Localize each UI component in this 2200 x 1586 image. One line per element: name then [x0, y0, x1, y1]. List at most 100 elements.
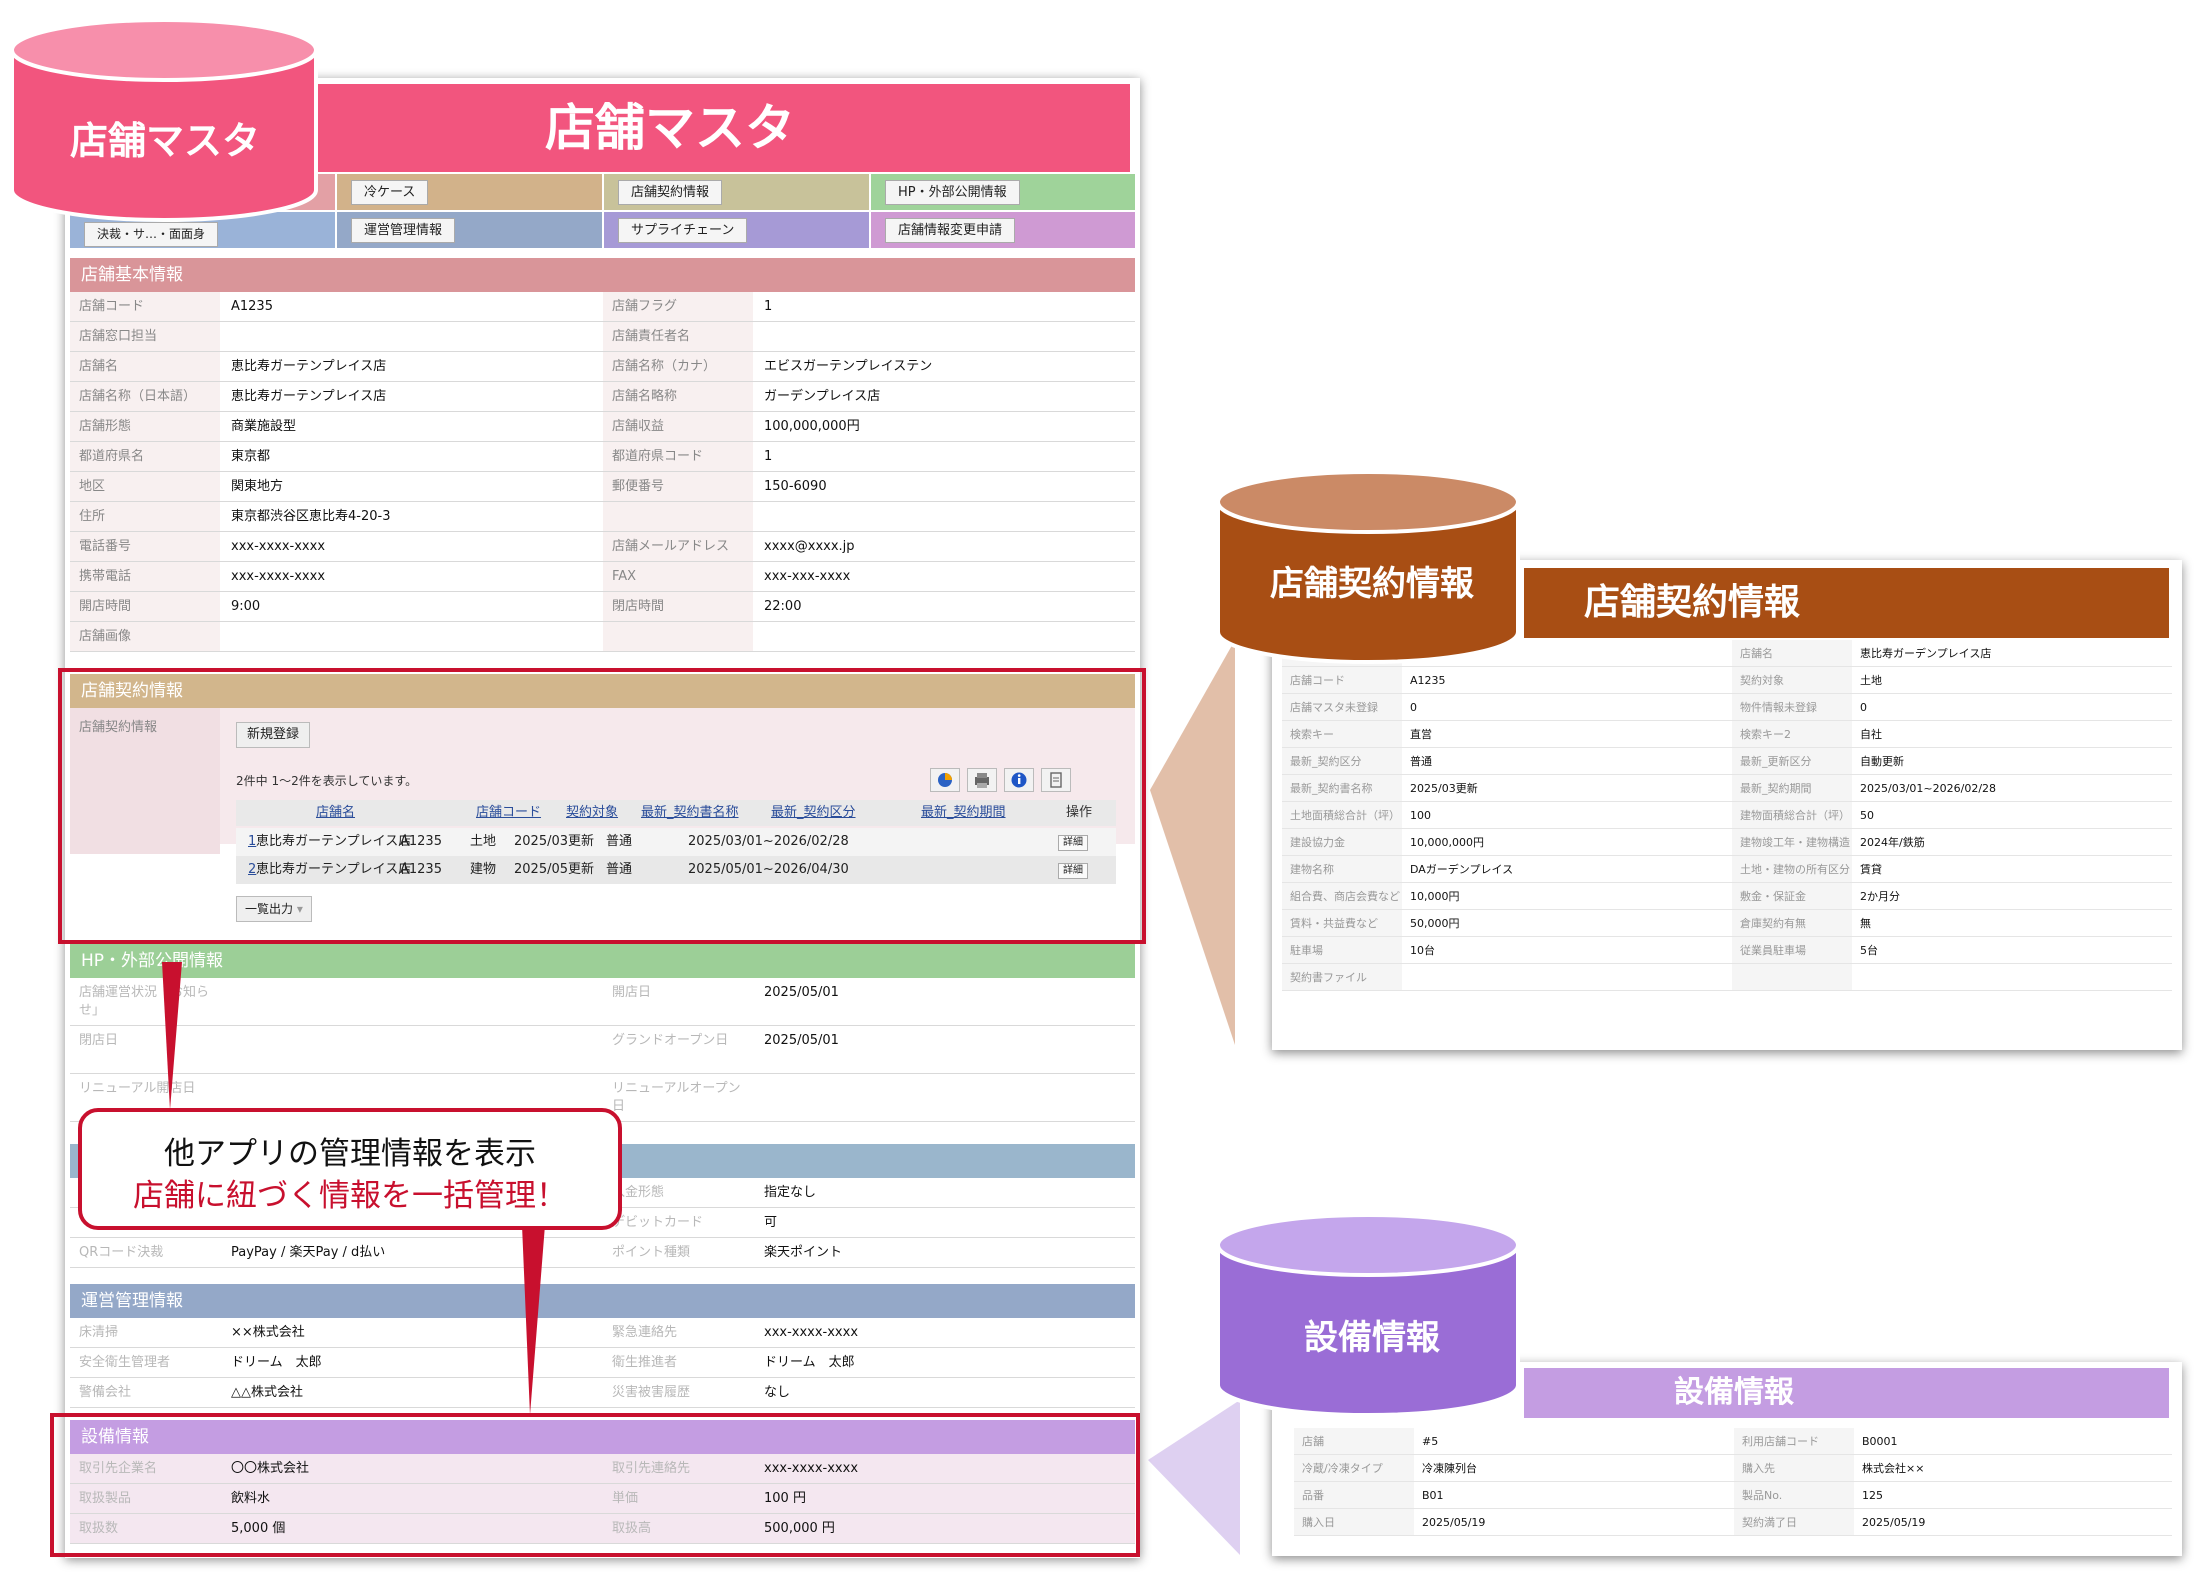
- info-icon[interactable]: [1004, 768, 1034, 792]
- col-store-name[interactable]: 店舗名: [316, 800, 355, 826]
- field-label: 地区: [70, 472, 220, 502]
- field-label: 店舗メールアドレス: [603, 532, 753, 562]
- field-label: 単価: [603, 1484, 753, 1514]
- detail-button[interactable]: 詳細: [1058, 863, 1088, 879]
- field-label: 従業員駐車場: [1732, 937, 1852, 964]
- table-cell: 土地: [470, 834, 497, 849]
- field-label: 土地面積総合計（坪）: [1282, 802, 1402, 829]
- field-label: 敷金・保証金: [1732, 883, 1852, 910]
- tab-hp-public-label[interactable]: HP・外部公開情報: [885, 180, 1020, 205]
- field-label: 郵便番号: [603, 472, 753, 502]
- field-value: 指定なし: [753, 1178, 1135, 1208]
- tab-payment-label[interactable]: 決裁・サ…・面面身: [84, 222, 219, 247]
- field-label: 検索キー: [1282, 721, 1402, 748]
- field-label: 建設協力金: [1282, 829, 1402, 856]
- field-label: 店舗名: [70, 352, 220, 382]
- field-value: 飲料水: [220, 1484, 603, 1514]
- field-label: 店舗責任者名: [603, 322, 753, 352]
- field-label: 組合費、商店会費など: [1282, 883, 1402, 910]
- field-value: [220, 322, 603, 352]
- field-label: 取引先企業名: [70, 1454, 220, 1484]
- field-label: 電話番号: [70, 532, 220, 562]
- field-label: 利用店舗コード: [1734, 1428, 1854, 1455]
- contract-table-header: 店舗名 店舗コード 契約対象 最新_契約書名称 最新_契約区分 最新_契約期間 …: [236, 800, 1116, 826]
- tab-change-request-label[interactable]: 店舗情報変更申請: [885, 218, 1016, 243]
- field-label: 冷蔵/冷凍タイプ: [1294, 1455, 1414, 1482]
- field-value: [220, 622, 603, 652]
- field-label: 店舗マスタ未登録: [1282, 694, 1402, 721]
- table-cell: 建物: [470, 862, 497, 877]
- tab-operations[interactable]: 運営管理情報: [337, 212, 602, 248]
- basic-info-grid: 店舗コード A1235 店舗フラグ 1 店舗窓口担当 店舗責任者名 店舗名 恵比寿ガーテンプレ…: [70, 292, 1135, 652]
- field-label: 閉店時間: [603, 592, 753, 622]
- field-value: 50: [1852, 802, 2172, 829]
- equip-grid: 取引先企業名 〇〇株式会社 取引先連絡先 xxx-xxxx-xxxx 取扱製品 飲料水 単価…: [70, 1454, 1135, 1544]
- field-label: 購入日: [1294, 1509, 1414, 1536]
- field-value: 直営: [1402, 721, 1732, 748]
- field-label: 最新_契約期間: [1732, 775, 1852, 802]
- contract-label: 店舗契約情報: [79, 720, 158, 735]
- field-value: B0001: [1854, 1428, 2172, 1455]
- table-row[interactable]: 1 恵比寿ガーテンプレイス店 A1235 土地 2025/03更新 普通 2025/03/0…: [236, 828, 1116, 856]
- field-value: 5台: [1852, 937, 2172, 964]
- tab-hp-public[interactable]: HP・外部公開情報: [871, 174, 1135, 210]
- clipboard-icon[interactable]: [1041, 768, 1071, 792]
- tab-supply-chain-label[interactable]: サプライチェーン: [618, 218, 748, 243]
- field-value: 2025/03/01~2026/02/28: [1852, 775, 2172, 802]
- table-row[interactable]: 2 恵比寿ガーテンプレイス店 A1235 建物 2025/05更新 普通 2025/05/0…: [236, 856, 1116, 884]
- field-label: 土地・建物の所有区分: [1732, 856, 1852, 883]
- tab-supply-chain[interactable]: サプライチェーン: [604, 212, 869, 248]
- contract-panel-title: 店舗契約情報: [1524, 568, 2169, 638]
- field-value: xxx-xxx-xxxx: [753, 562, 1135, 592]
- field-value: 楽天ポイント: [753, 1238, 1135, 1268]
- field-value: 10,000,000円: [1402, 829, 1732, 856]
- print-icon[interactable]: [967, 768, 997, 792]
- page-title: 店舗マスタ: [275, 84, 1130, 172]
- field-label: 取扱数: [70, 1514, 220, 1544]
- field-value: 2025/05/01: [753, 978, 1135, 1026]
- field-label: 契約満了日: [1734, 1509, 1854, 1536]
- field-label: 店舗: [1294, 1428, 1414, 1455]
- export-button[interactable]: 一覧出力 ▾: [236, 896, 312, 922]
- field-label: 店舗窓口担当: [70, 322, 220, 352]
- field-value: A1235: [220, 292, 603, 322]
- field-label: 駐車場: [1282, 937, 1402, 964]
- chart-icon[interactable]: [930, 768, 960, 792]
- tab-store-contract[interactable]: 店舗契約情報: [604, 174, 869, 210]
- field-value: 自社: [1852, 721, 2172, 748]
- field-label: 都道府県コード: [603, 442, 753, 472]
- detail-button[interactable]: 詳細: [1058, 835, 1088, 851]
- field-label: 店舗形態: [70, 412, 220, 442]
- tab-change-request[interactable]: 店舗情報変更申請: [871, 212, 1135, 248]
- field-label: 携帯電話: [70, 562, 220, 592]
- tab-store-contract-label[interactable]: 店舗契約情報: [618, 180, 723, 205]
- field-value: #5: [1414, 1428, 1734, 1455]
- field-label: 賃料・共益費など: [1282, 910, 1402, 937]
- field-label: 店舗名略称: [603, 382, 753, 412]
- field-value: 1: [753, 442, 1135, 472]
- field-label: 店舗名: [1732, 640, 1852, 667]
- tab-cold-case-label[interactable]: 冷ケース: [351, 180, 429, 205]
- col-contract-name[interactable]: 最新_契約書名称: [641, 800, 739, 826]
- equip-section: 設備情報 取引先企業名 〇〇株式会社 取引先連絡先 xxx-xxxx-xxxx 取扱製品…: [70, 1420, 1135, 1544]
- field-value: xxx-xxxx-xxxx: [220, 532, 603, 562]
- new-register-button[interactable]: 新規登録: [236, 722, 311, 748]
- col-store-code[interactable]: 店舗コード: [476, 800, 541, 826]
- col-contract-period[interactable]: 最新_契約期間: [921, 800, 1006, 826]
- field-value: 9:00: [220, 592, 603, 622]
- field-label: 最新_契約区分: [1282, 748, 1402, 775]
- col-contract-target[interactable]: 契約対象: [566, 800, 618, 826]
- tab-cold-case[interactable]: 冷ケース: [337, 174, 602, 210]
- field-value: 100: [1402, 802, 1732, 829]
- field-value: xxx-xxxx-xxxx: [753, 1318, 1135, 1348]
- field-label: 住所: [70, 502, 220, 532]
- field-label: 製品No.: [1734, 1482, 1854, 1509]
- field-label: [1732, 964, 1852, 991]
- tab-operations-label[interactable]: 運営管理情報: [351, 218, 456, 243]
- contract-section: 店舗契約情報 店舗契約情報 新規登録 2件中 1〜2件を表示しています。 店舗名…: [70, 674, 1135, 922]
- field-value: [753, 622, 1135, 652]
- callout-line-1: 他アプリの管理情報を表示: [164, 1136, 536, 1172]
- result-count: 2件中 1〜2件を表示しています。: [236, 774, 418, 788]
- col-contract-type[interactable]: 最新_契約区分: [771, 800, 856, 826]
- field-label: 契約書ファイル: [1282, 964, 1402, 991]
